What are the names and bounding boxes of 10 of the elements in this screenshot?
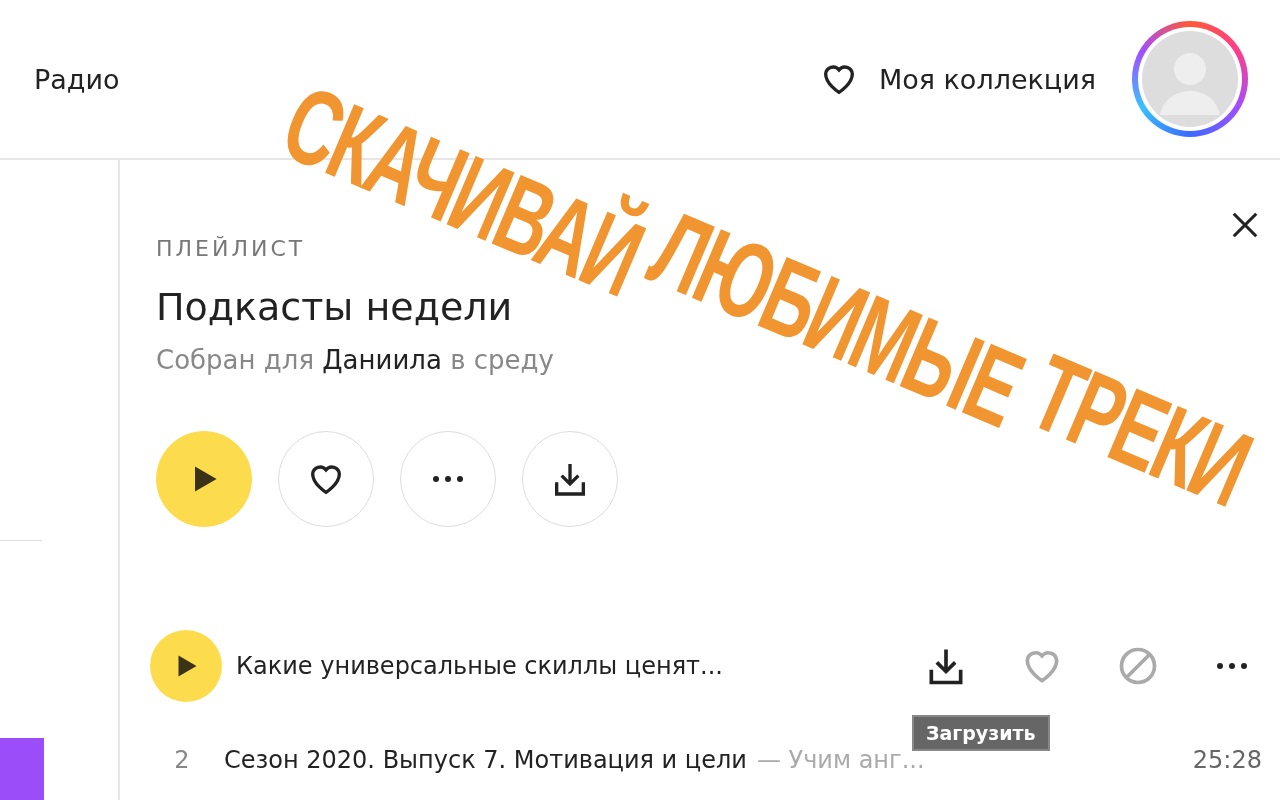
close-icon: [1230, 210, 1260, 240]
collection-link[interactable]: Моя коллекция: [818, 59, 1096, 99]
track-duration: 25:28: [1192, 746, 1262, 774]
track-number: 2: [173, 746, 191, 774]
track-title: Какие универсальные скиллы ценят...: [236, 652, 723, 680]
track-title: Сезон 2020. Выпуск 7. Мотивация и цели: [224, 746, 747, 774]
sidebar-block: [0, 738, 44, 800]
user-silhouette-icon: [1142, 31, 1238, 127]
tooltip: Загрузить: [912, 715, 1050, 751]
nav-link[interactable]: Радио: [34, 63, 120, 95]
